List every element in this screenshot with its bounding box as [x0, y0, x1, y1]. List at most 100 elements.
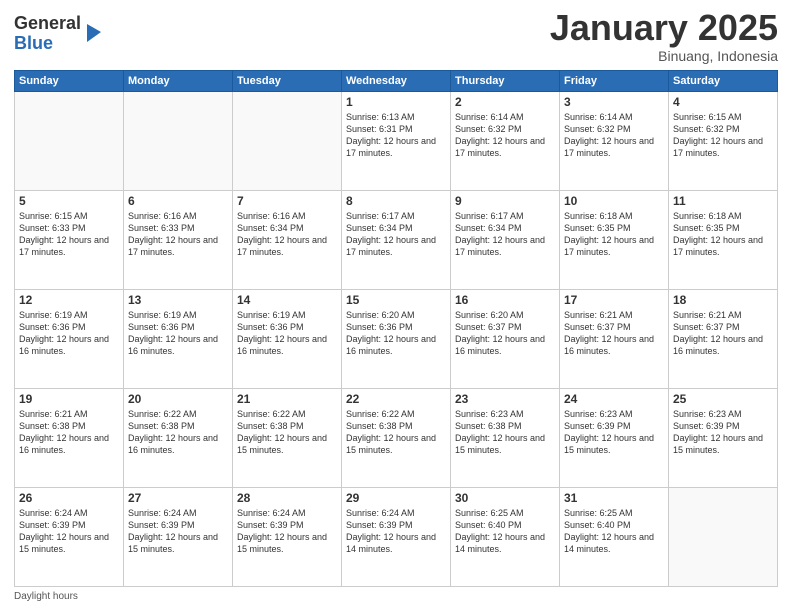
- page: General Blue January 2025 Binuang, Indon…: [0, 0, 792, 612]
- day-number: 8: [346, 194, 446, 208]
- weekday-sunday: Sunday: [15, 71, 124, 92]
- day-number: 30: [455, 491, 555, 505]
- day-number: 4: [673, 95, 773, 109]
- day-info: Sunrise: 6:23 AM Sunset: 6:38 PM Dayligh…: [455, 408, 555, 457]
- day-info: Sunrise: 6:13 AM Sunset: 6:31 PM Dayligh…: [346, 111, 446, 160]
- day-cell: 20Sunrise: 6:22 AM Sunset: 6:38 PM Dayli…: [124, 389, 233, 488]
- day-cell: [233, 92, 342, 191]
- day-cell: 16 Sunrise: 6:20 AM Sunset: 6:37 PM Dayli…: [451, 290, 560, 389]
- day-info: Sunrise: 6:19 AM Sunset: 6:36 PM Dayligh…: [237, 309, 337, 358]
- day-cell: [124, 92, 233, 191]
- day-cell: [15, 92, 124, 191]
- subtitle: Binuang, Indonesia: [550, 48, 778, 64]
- day-info: Sunrise: 6:18 AM Sunset: 6:35 PM Dayligh…: [673, 210, 773, 259]
- day-cell: 27 Sunrise: 6:24 AM Sunset: 6:39 PM Dayli…: [124, 488, 233, 587]
- day-number: 19: [19, 392, 119, 406]
- day-number: 24: [564, 392, 664, 406]
- day-info: Sunrise: 6:24 AM Sunset: 6:39 PM Dayligh…: [346, 507, 446, 556]
- day-cell: 10 Sunrise: 6:18 AM Sunset: 6:35 PM Dayli…: [560, 191, 669, 290]
- day-number: 17: [564, 293, 664, 307]
- day-info: Sunrise: 6:19 AM Sunset: 6:36 PM Dayligh…: [19, 309, 119, 358]
- day-cell: 19 Sunrise: 6:21 AM Sunset: 6:38 PM Dayli…: [15, 389, 124, 488]
- day-info: Sunrise: 6:22 AM Sunset: 6:38 PM Dayligh…: [346, 408, 446, 457]
- day-cell: 15Sunrise: 6:20 AM Sunset: 6:36 PM Dayli…: [342, 290, 451, 389]
- day-cell: 4 Sunrise: 6:15 AM Sunset: 6:32 PM Daylig…: [669, 92, 778, 191]
- week-row-3: 12 Sunrise: 6:19 AM Sunset: 6:36 PM Dayli…: [15, 290, 778, 389]
- day-number: 1: [346, 95, 446, 109]
- day-number: 16: [455, 293, 555, 307]
- day-cell: 29 Sunrise: 6:24 AM Sunset: 6:39 PM Dayli…: [342, 488, 451, 587]
- day-number: 6: [128, 194, 228, 208]
- day-info: Sunrise: 6:16 AM Sunset: 6:34 PM Dayligh…: [237, 210, 337, 259]
- day-number: 27: [128, 491, 228, 505]
- day-number: 22: [346, 392, 446, 406]
- day-cell: 7 Sunrise: 6:16 AM Sunset: 6:34 PM Daylig…: [233, 191, 342, 290]
- weekday-header-row: SundayMondayTuesdayWednesdayThursdayFrid…: [15, 71, 778, 92]
- day-cell: 17 Sunrise: 6:21 AM Sunset: 6:37 PM Dayli…: [560, 290, 669, 389]
- day-cell: 24Sunrise: 6:23 AM Sunset: 6:39 PM Dayli…: [560, 389, 669, 488]
- day-number: 25: [673, 392, 773, 406]
- day-number: 26: [19, 491, 119, 505]
- calendar-table: SundayMondayTuesdayWednesdayThursdayFrid…: [14, 70, 778, 587]
- day-info: Sunrise: 6:23 AM Sunset: 6:39 PM Dayligh…: [673, 408, 773, 457]
- day-info: Sunrise: 6:24 AM Sunset: 6:39 PM Dayligh…: [237, 507, 337, 556]
- day-info: Sunrise: 6:21 AM Sunset: 6:38 PM Dayligh…: [19, 408, 119, 457]
- day-cell: 26Sunrise: 6:24 AM Sunset: 6:39 PM Dayli…: [15, 488, 124, 587]
- day-info: Sunrise: 6:16 AM Sunset: 6:33 PM Dayligh…: [128, 210, 228, 259]
- daylight-hours-label: Daylight hours: [14, 591, 78, 602]
- day-info: Sunrise: 6:24 AM Sunset: 6:39 PM Dayligh…: [128, 507, 228, 556]
- day-cell: 23 Sunrise: 6:23 AM Sunset: 6:38 PM Dayli…: [451, 389, 560, 488]
- day-number: 7: [237, 194, 337, 208]
- day-number: 12: [19, 293, 119, 307]
- footer: Daylight hours: [14, 591, 778, 602]
- day-number: 11: [673, 194, 773, 208]
- day-cell: 8Sunrise: 6:17 AM Sunset: 6:34 PM Daylig…: [342, 191, 451, 290]
- weekday-thursday: Thursday: [451, 71, 560, 92]
- day-number: 9: [455, 194, 555, 208]
- day-info: Sunrise: 6:15 AM Sunset: 6:33 PM Dayligh…: [19, 210, 119, 259]
- week-row-5: 26 Sunrise: 6:24 AM Sunset: 6:39 PM Dayli…: [15, 488, 778, 587]
- day-info: Sunrise: 6:25 AM Sunset: 6:40 PM Dayligh…: [564, 507, 664, 556]
- day-number: 14: [237, 293, 337, 307]
- day-cell: 21Sunrise: 6:22 AM Sunset: 6:38 PM Dayli…: [233, 389, 342, 488]
- day-info: Sunrise: 6:19 AM Sunset: 6:36 PM Dayligh…: [128, 309, 228, 358]
- day-cell: 2 Sunrise: 6:14 AM Sunset: 6:32 PM Daylig…: [451, 92, 560, 191]
- day-number: 13: [128, 293, 228, 307]
- day-cell: 3Sunrise: 6:14 AM Sunset: 6:32 PM Daylig…: [560, 92, 669, 191]
- day-info: Sunrise: 6:18 AM Sunset: 6:35 PM Dayligh…: [564, 210, 664, 259]
- day-number: 29: [346, 491, 446, 505]
- day-number: 18: [673, 293, 773, 307]
- day-cell: 9 Sunrise: 6:17 AM Sunset: 6:34 PM Daylig…: [451, 191, 560, 290]
- day-info: Sunrise: 6:20 AM Sunset: 6:36 PM Dayligh…: [346, 309, 446, 358]
- month-title: January 2025: [550, 10, 778, 46]
- logo-general: General: [14, 14, 81, 34]
- week-row-4: 19 Sunrise: 6:21 AM Sunset: 6:38 PM Dayli…: [15, 389, 778, 488]
- day-number: 2: [455, 95, 555, 109]
- day-number: 3: [564, 95, 664, 109]
- day-cell: 25 Sunrise: 6:23 AM Sunset: 6:39 PM Dayli…: [669, 389, 778, 488]
- day-info: Sunrise: 6:15 AM Sunset: 6:32 PM Dayligh…: [673, 111, 773, 160]
- day-cell: 30 Sunrise: 6:25 AM Sunset: 6:40 PM Dayli…: [451, 488, 560, 587]
- logo-blue: Blue: [14, 34, 81, 54]
- day-number: 23: [455, 392, 555, 406]
- weekday-tuesday: Tuesday: [233, 71, 342, 92]
- day-cell: 12 Sunrise: 6:19 AM Sunset: 6:36 PM Dayli…: [15, 290, 124, 389]
- logo-text: General Blue: [14, 14, 81, 54]
- day-cell: [669, 488, 778, 587]
- weekday-monday: Monday: [124, 71, 233, 92]
- day-info: Sunrise: 6:14 AM Sunset: 6:32 PM Dayligh…: [455, 111, 555, 160]
- day-number: 21: [237, 392, 337, 406]
- weekday-friday: Friday: [560, 71, 669, 92]
- week-row-1: 1 Sunrise: 6:13 AM Sunset: 6:31 PM Daylig…: [15, 92, 778, 191]
- day-info: Sunrise: 6:25 AM Sunset: 6:40 PM Dayligh…: [455, 507, 555, 556]
- day-number: 10: [564, 194, 664, 208]
- day-info: Sunrise: 6:20 AM Sunset: 6:37 PM Dayligh…: [455, 309, 555, 358]
- day-info: Sunrise: 6:17 AM Sunset: 6:34 PM Dayligh…: [455, 210, 555, 259]
- day-cell: 18Sunrise: 6:21 AM Sunset: 6:37 PM Dayli…: [669, 290, 778, 389]
- day-info: Sunrise: 6:21 AM Sunset: 6:37 PM Dayligh…: [564, 309, 664, 358]
- weekday-saturday: Saturday: [669, 71, 778, 92]
- day-number: 31: [564, 491, 664, 505]
- day-cell: 1 Sunrise: 6:13 AM Sunset: 6:31 PM Daylig…: [342, 92, 451, 191]
- day-cell: 28Sunrise: 6:24 AM Sunset: 6:39 PM Dayli…: [233, 488, 342, 587]
- logo-icon: [83, 22, 101, 44]
